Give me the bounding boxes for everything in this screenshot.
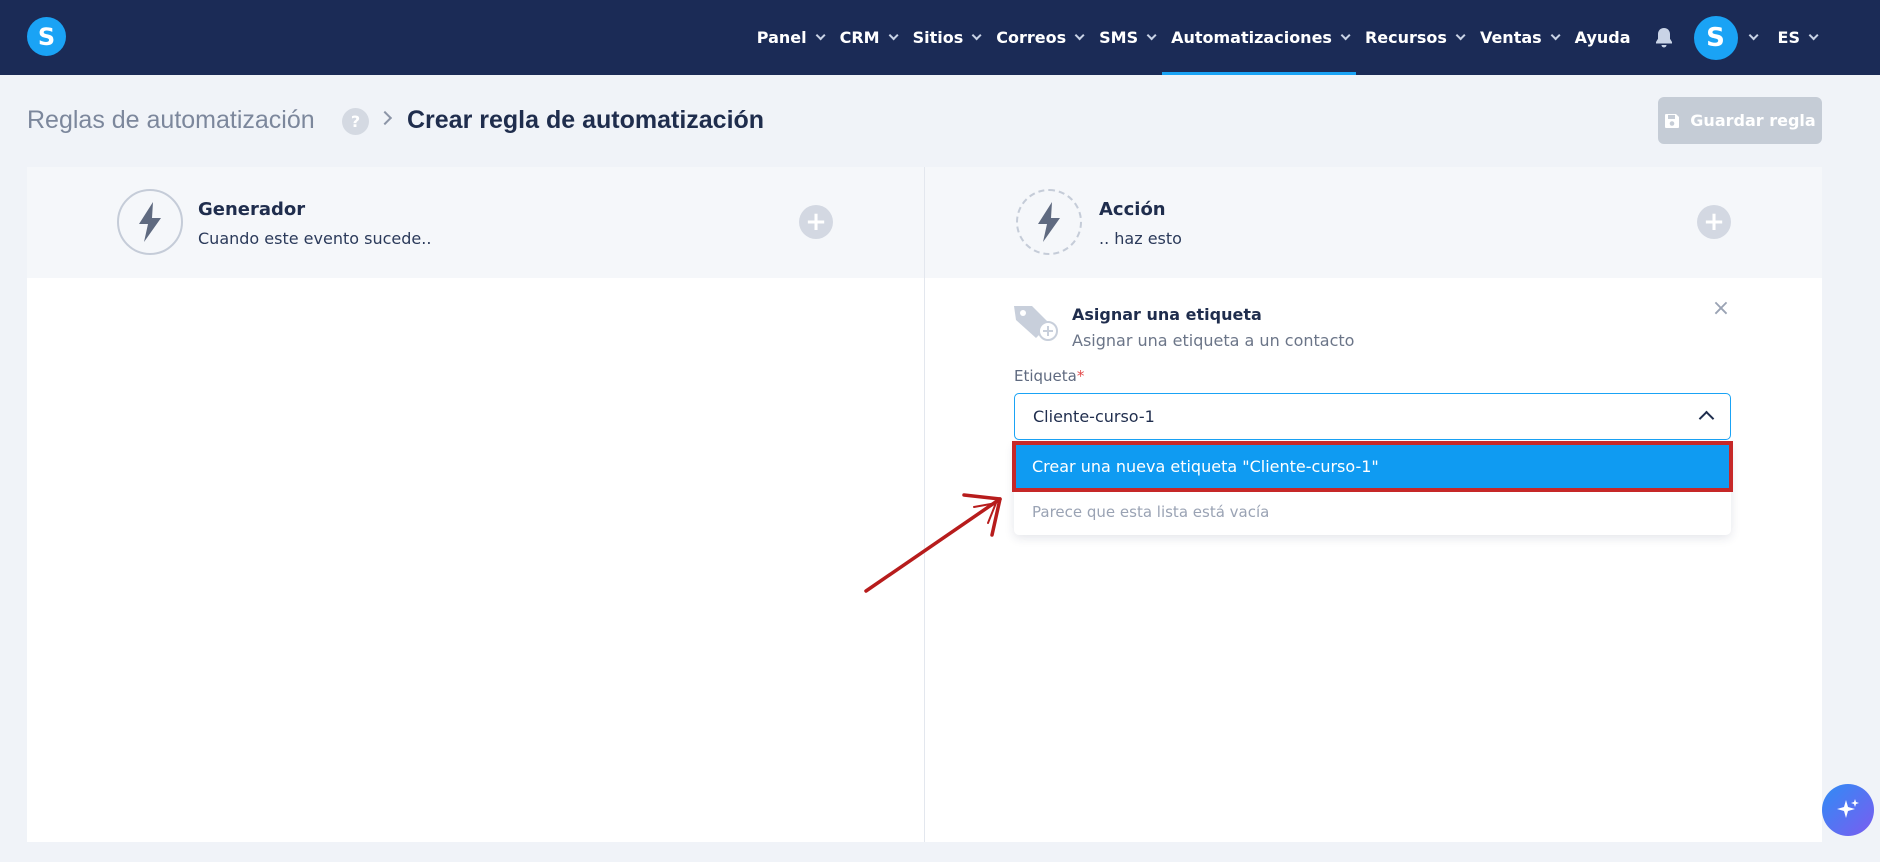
save-rule-button[interactable]: Guardar regla xyxy=(1658,97,1822,144)
create-tag-option[interactable]: Crear una nueva etiqueta "Cliente-curso-… xyxy=(1012,441,1733,492)
tag-field-label-text: Etiqueta xyxy=(1014,367,1077,385)
language-selector[interactable]: ES xyxy=(1769,0,1824,75)
save-rule-label: Guardar regla xyxy=(1690,111,1816,130)
chevron-down-icon xyxy=(888,30,899,41)
nav-item-panel[interactable]: Panel xyxy=(748,0,831,75)
ai-assistant-button[interactable] xyxy=(1822,784,1874,836)
add-trigger-button[interactable]: + xyxy=(799,205,833,239)
action-title: Acción xyxy=(1099,199,1166,220)
nav-item-sitios[interactable]: Sitios xyxy=(904,0,988,75)
nav-item-recursos[interactable]: Recursos xyxy=(1356,0,1471,75)
chevron-down-icon xyxy=(1550,30,1561,41)
nav-item-label: Automatizaciones xyxy=(1171,28,1332,47)
annotation-arrow xyxy=(864,493,1002,593)
chevron-right-icon xyxy=(377,110,393,126)
chevron-down-icon xyxy=(815,30,826,41)
required-mark: * xyxy=(1076,367,1085,385)
app-logo[interactable]: S xyxy=(27,17,66,56)
nav-item-ayuda[interactable]: Ayuda xyxy=(1566,0,1640,75)
action-header: Acción .. haz esto + xyxy=(925,167,1822,278)
tag-field-label: Etiqueta* xyxy=(1014,367,1084,385)
breadcrumb-parent[interactable]: Reglas de automatización xyxy=(27,106,315,135)
action-card-title: Asignar una etiqueta xyxy=(1072,305,1262,324)
page-title: Crear regla de automatización xyxy=(407,106,765,134)
nav-item-label: SMS xyxy=(1099,28,1139,47)
nav-item-label: Panel xyxy=(756,28,807,47)
nav-item-automatizaciones[interactable]: Automatizaciones xyxy=(1162,0,1356,75)
tag-select-value: Cliente-curso-1 xyxy=(1033,407,1155,426)
nav-item-label: Ayuda xyxy=(1574,28,1631,47)
chevron-down-icon xyxy=(971,30,982,41)
chevron-down-icon xyxy=(1808,30,1819,41)
nav-item-ventas[interactable]: Ventas xyxy=(1471,0,1566,75)
close-icon[interactable]: × xyxy=(1711,298,1731,320)
nav-item-correos[interactable]: Correos xyxy=(987,0,1090,75)
chevron-up-icon[interactable] xyxy=(1698,410,1715,427)
top-navigation-bar: S Panel CRM Sitios Correos SMS Automatiz… xyxy=(0,0,1880,75)
nav-item-label: Correos xyxy=(996,28,1067,47)
nav-item-sms[interactable]: SMS xyxy=(1090,0,1162,75)
chevron-down-icon xyxy=(1748,30,1759,41)
create-tag-option-label: Crear una nueva etiqueta "Cliente-curso-… xyxy=(1032,457,1379,476)
chevron-down-icon xyxy=(1074,30,1085,41)
floppy-disk-icon xyxy=(1665,113,1680,128)
tag-plus-icon xyxy=(1014,306,1058,341)
trigger-panel: Generador Cuando este evento sucede.. + xyxy=(27,167,924,842)
empty-list-text: Parece que esta lista está vacía xyxy=(1032,503,1270,521)
nav-item-label: CRM xyxy=(839,28,880,47)
user-menu[interactable]: S xyxy=(1693,15,1759,60)
trigger-title: Generador xyxy=(198,199,306,220)
action-subtitle: .. haz esto xyxy=(1099,229,1182,248)
tag-select[interactable]: Cliente-curso-1 xyxy=(1014,393,1731,440)
help-icon[interactable]: ? xyxy=(342,108,369,135)
lightning-icon xyxy=(117,189,183,255)
sparkle-icon xyxy=(1837,799,1859,818)
nav-item-crm[interactable]: CRM xyxy=(831,0,904,75)
chevron-down-icon xyxy=(1455,30,1466,41)
tag-dropdown: Crear una nueva etiqueta "Cliente-curso-… xyxy=(1012,441,1733,535)
trigger-subtitle: Cuando este evento sucede.. xyxy=(198,229,432,248)
nav-item-label: Ventas xyxy=(1479,28,1542,47)
lightning-icon xyxy=(1016,189,1082,255)
action-card-subtitle: Asignar una etiqueta a un contacto xyxy=(1072,331,1355,350)
nav-item-label: Sitios xyxy=(912,28,964,47)
nav-item-label: Recursos xyxy=(1364,28,1447,47)
language-label: ES xyxy=(1777,28,1800,47)
chevron-down-icon xyxy=(1146,30,1157,41)
bell-icon[interactable] xyxy=(1650,0,1678,75)
add-action-button[interactable]: + xyxy=(1697,205,1731,239)
main-nav: Panel CRM Sitios Correos SMS Automatizac… xyxy=(748,0,1824,75)
chevron-down-icon xyxy=(1340,30,1351,41)
avatar: S xyxy=(1693,15,1738,60)
trigger-header: Generador Cuando este evento sucede.. + xyxy=(27,167,924,278)
